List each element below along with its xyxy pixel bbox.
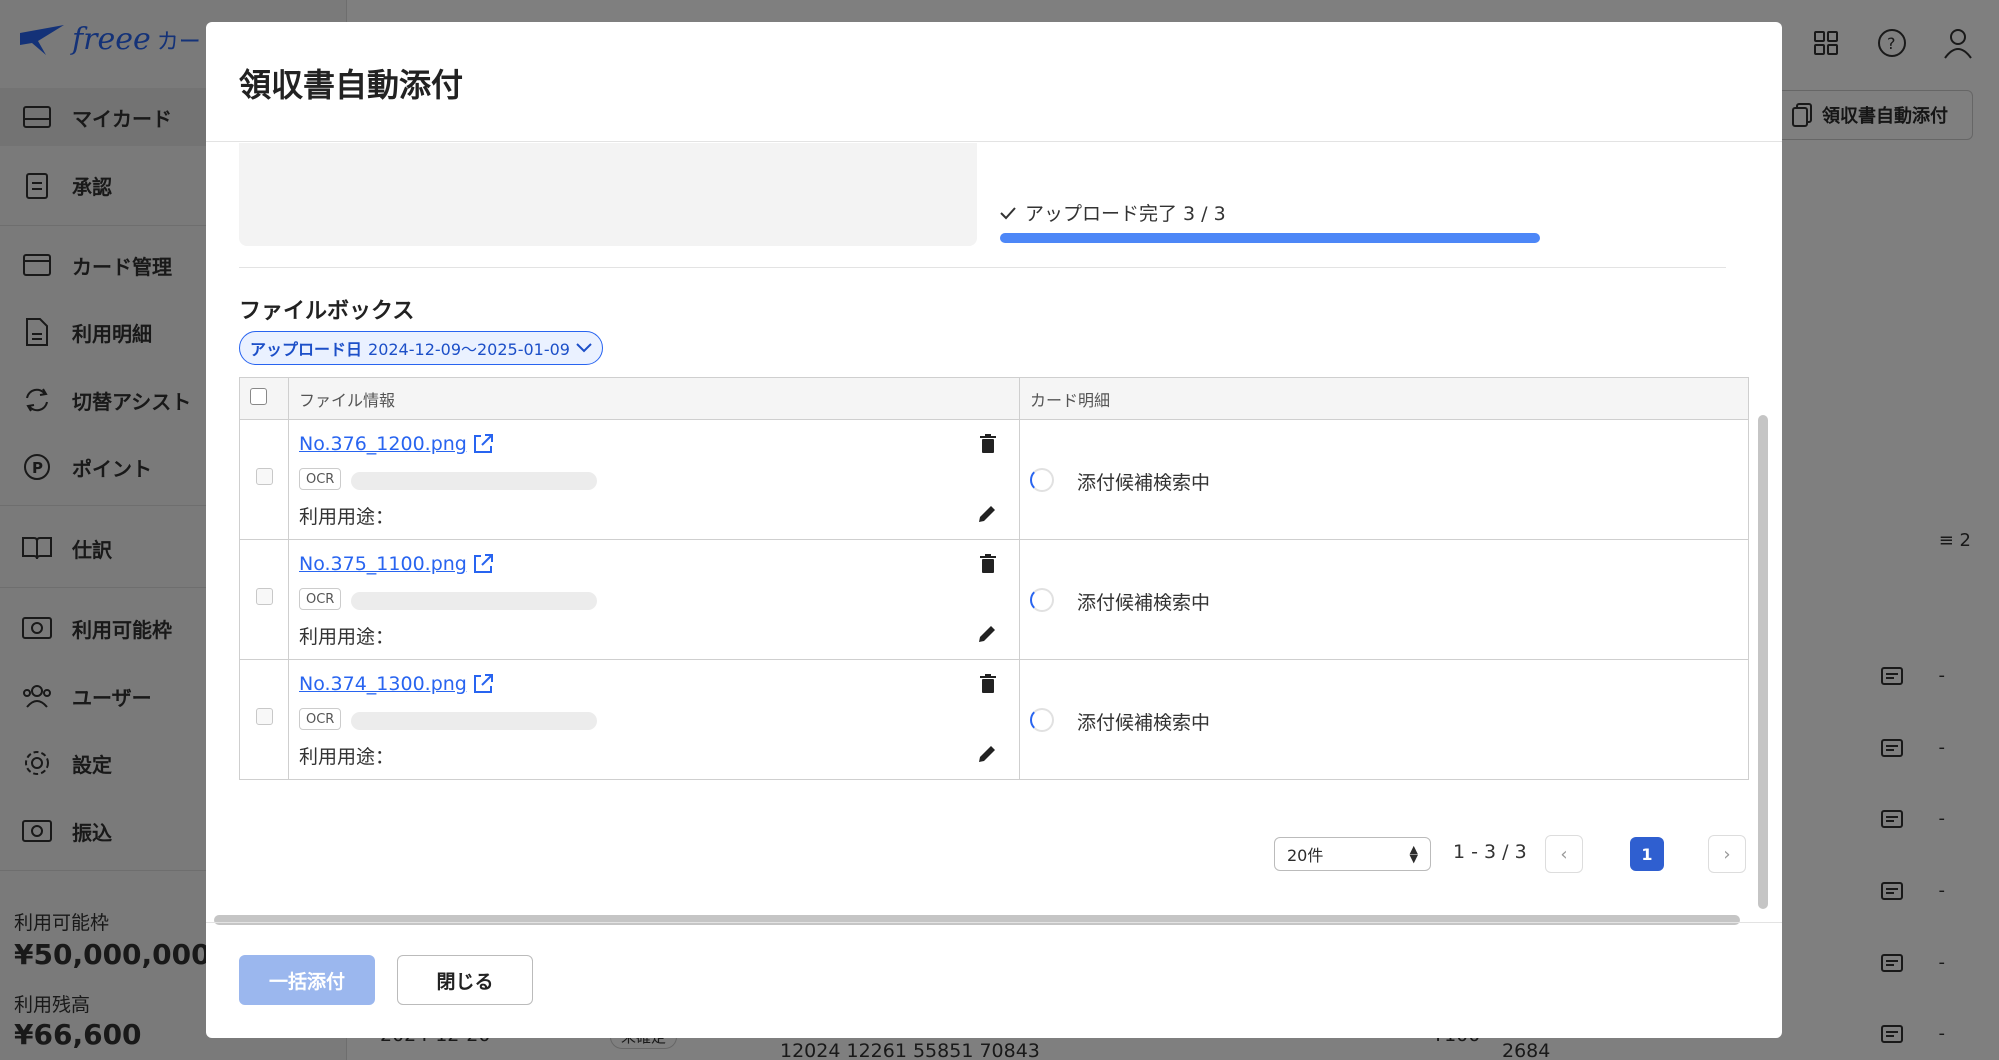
loading-spinner-icon <box>1030 468 1054 492</box>
next-page-button[interactable]: › <box>1708 835 1746 873</box>
row-select-cell <box>239 659 289 780</box>
card-statement-cell: 添付候補検索中 <box>1019 659 1749 780</box>
dialog-title: 領収書自動添付 <box>239 66 464 104</box>
dialog-body: アップロード完了 3 / 3 ファイルボックス アップロード日 2024-12-… <box>206 143 1782 926</box>
per-page-value: 20件 <box>1287 846 1324 865</box>
table-header-row: ファイル情報 カード明細 <box>239 377 1749 420</box>
edit-pencil-icon[interactable] <box>977 504 997 524</box>
row-select-cell <box>239 419 289 540</box>
trash-icon[interactable] <box>979 674 997 694</box>
upload-progress-bar <box>1000 233 1540 243</box>
table-row: No.376_1200.png OCR 利用用途： 添付候補検索中 <box>239 419 1749 540</box>
file-name: No.376_1200.png <box>299 433 467 455</box>
file-link[interactable]: No.375_1100.png <box>299 552 495 576</box>
dialog-footer: 一括添付 閉じる <box>206 922 1782 1038</box>
chevron-left-icon: ‹ <box>1560 843 1568 865</box>
ocr-result-placeholder <box>351 712 597 730</box>
card-statement-cell: 添付候補検索中 <box>1019 539 1749 660</box>
chevron-down-icon <box>576 343 592 353</box>
row-checkbox[interactable] <box>255 708 273 725</box>
per-page-select[interactable]: 20件 ▲ ▼ <box>1274 837 1431 871</box>
filebox-table: ファイル情報 カード明細 No.376_1200.png OCR 利用用途： 添… <box>239 377 1749 780</box>
purpose-label: 利用用途： <box>299 506 395 528</box>
filter-chip-label: アップロード日 <box>250 340 363 359</box>
search-status: 添付候補検索中 <box>1077 592 1211 614</box>
purpose-label: 利用用途： <box>299 746 395 768</box>
external-link-icon <box>473 434 493 453</box>
ocr-result-placeholder <box>351 592 597 610</box>
trash-icon[interactable] <box>979 554 997 574</box>
table-row: No.374_1300.png OCR 利用用途： 添付候補検索中 <box>239 659 1749 780</box>
filter-chip-value: 2024-12-09〜2025-01-09 <box>368 340 570 359</box>
external-link-icon <box>473 554 493 573</box>
trash-icon[interactable] <box>979 434 997 454</box>
loading-spinner-icon <box>1030 708 1054 732</box>
table-row: No.375_1100.png OCR 利用用途： 添付候補検索中 <box>239 539 1749 660</box>
file-link[interactable]: No.376_1200.png <box>299 432 495 456</box>
select-all-cell <box>239 377 289 420</box>
column-file-info: ファイル情報 <box>288 377 1020 420</box>
file-info-cell: No.374_1300.png OCR 利用用途： <box>288 659 1020 780</box>
card-statement-cell: 添付候補検索中 <box>1019 419 1749 540</box>
chevron-right-icon: › <box>1723 843 1731 865</box>
file-info-cell: No.376_1200.png OCR 利用用途： <box>288 419 1020 540</box>
file-info-cell: No.375_1100.png OCR 利用用途： <box>288 539 1020 660</box>
file-name: No.374_1300.png <box>299 673 467 695</box>
ocr-badge: OCR <box>299 468 342 490</box>
upload-date-filter-chip[interactable]: アップロード日 2024-12-09〜2025-01-09 <box>239 331 603 365</box>
external-link-icon <box>473 674 493 693</box>
row-select-cell <box>239 539 289 660</box>
select-all-checkbox[interactable] <box>250 388 267 405</box>
ocr-badge: OCR <box>299 588 342 610</box>
row-checkbox[interactable] <box>255 588 273 605</box>
pagination-range: 1 - 3 / 3 <box>1453 841 1527 863</box>
search-status: 添付候補検索中 <box>1077 712 1211 734</box>
attach-all-button[interactable]: 一括添付 <box>239 955 375 1005</box>
file-name: No.375_1100.png <box>299 553 467 575</box>
receipt-auto-attach-dialog: 領収書自動添付 アップロード完了 3 / 3 ファイルボックス アップロード日 … <box>206 22 1782 1038</box>
column-card-statement: カード明細 <box>1019 377 1749 420</box>
edit-pencil-icon[interactable] <box>977 624 997 644</box>
upload-status-text: アップロード完了 3 / 3 <box>1025 203 1226 225</box>
select-arrows-icon: ▲ ▼ <box>1409 843 1418 865</box>
purpose-label: 利用用途： <box>299 626 395 648</box>
edit-pencil-icon[interactable] <box>977 744 997 764</box>
row-checkbox[interactable] <box>255 468 273 485</box>
filebox-title: ファイルボックス <box>239 299 415 324</box>
upload-status: アップロード完了 3 / 3 <box>999 199 1226 226</box>
search-status: 添付候補検索中 <box>1077 472 1211 494</box>
dialog-header: 領収書自動添付 <box>206 22 1782 142</box>
page-1-button[interactable]: 1 <box>1630 837 1664 871</box>
section-divider <box>239 267 1726 268</box>
ocr-badge: OCR <box>299 708 342 730</box>
upload-progress-fill <box>1000 233 1540 243</box>
vertical-scrollbar-thumb[interactable] <box>1758 415 1768 909</box>
upload-dropzone[interactable] <box>239 143 977 246</box>
file-link[interactable]: No.374_1300.png <box>299 672 495 696</box>
prev-page-button[interactable]: ‹ <box>1545 835 1583 873</box>
close-button[interactable]: 閉じる <box>397 955 533 1005</box>
loading-spinner-icon <box>1030 588 1054 612</box>
ocr-result-placeholder <box>351 472 597 490</box>
check-icon <box>1000 206 1016 219</box>
